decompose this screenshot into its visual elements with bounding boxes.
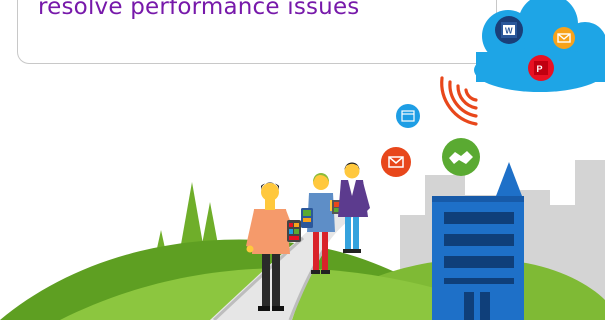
- svg-text:W: W: [505, 27, 513, 36]
- outlook-app-icon: [553, 27, 575, 49]
- svg-text:P: P: [537, 64, 543, 74]
- powerpoint-app-icon: P: [528, 55, 554, 81]
- browser-window-icon: [396, 104, 420, 128]
- envelope-icon: [381, 147, 411, 177]
- word-app-icon: W: [495, 16, 523, 44]
- person-purple-jacket: [338, 162, 370, 253]
- wireless-signal-icon: [440, 76, 478, 126]
- tablet-device-icon: [301, 208, 313, 228]
- handshake-icon: [442, 138, 480, 176]
- illustration: W P: [0, 0, 605, 320]
- phone-device-icon: [287, 220, 301, 242]
